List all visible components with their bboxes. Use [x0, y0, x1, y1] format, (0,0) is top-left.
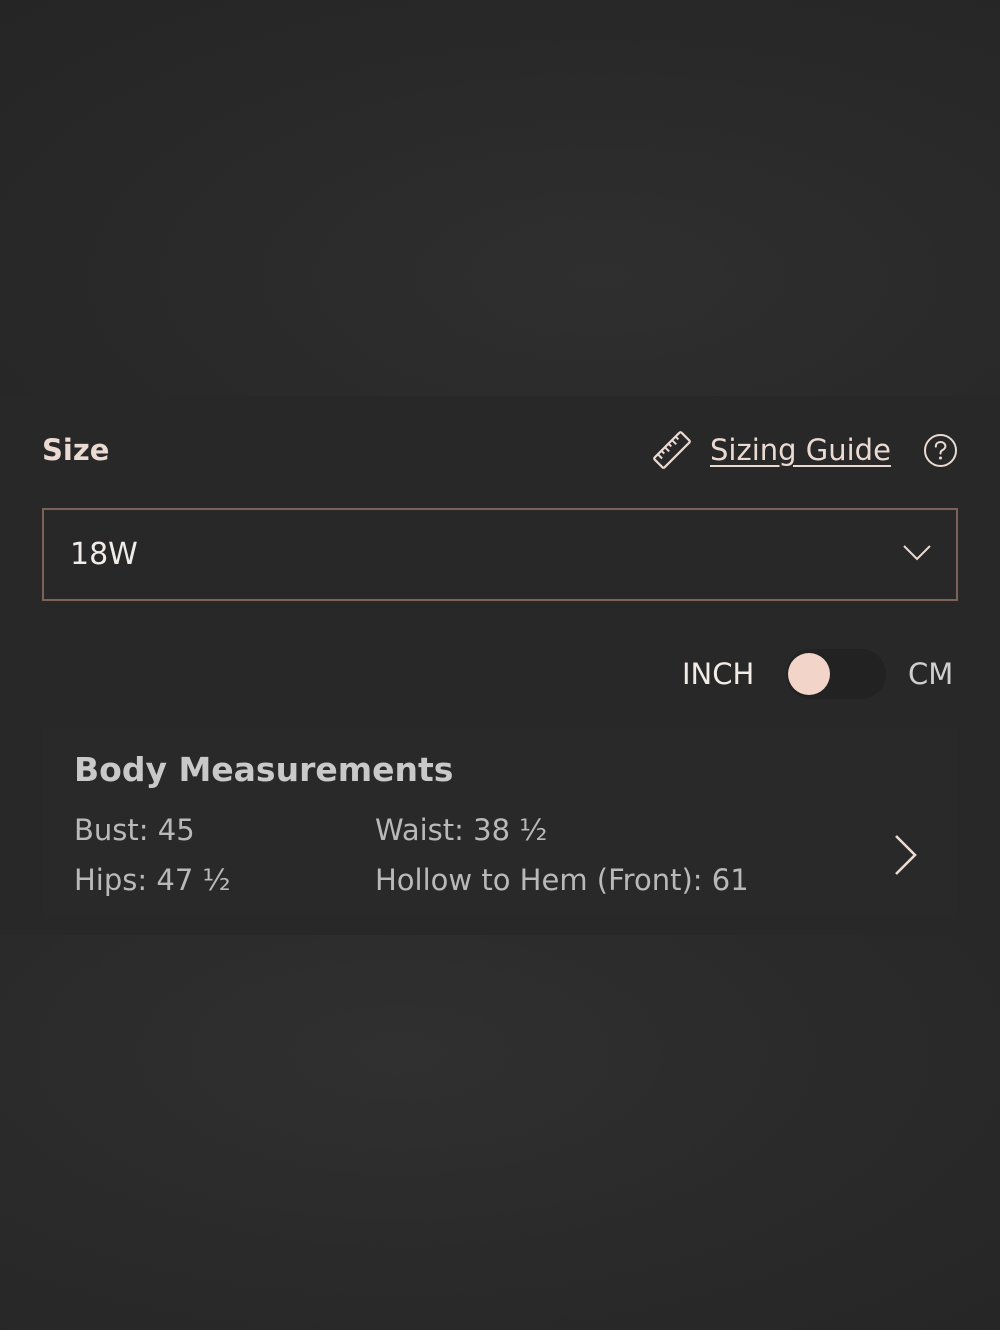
waist-measurement: Waist: 38 ½ [375, 813, 548, 847]
unit-inch-label[interactable]: INCH [682, 656, 754, 692]
ruler-icon [653, 431, 691, 469]
toggle-knob [788, 653, 830, 695]
hollow-to-hem-measurement: Hollow to Hem (Front): 61 [375, 863, 749, 897]
lower-background [0, 935, 1000, 1330]
body-measurements-title: Body Measurements [74, 750, 454, 789]
chevron-down-icon [903, 545, 931, 561]
size-select[interactable]: 18W [42, 508, 958, 601]
sizing-guide-link[interactable]: Sizing Guide [710, 431, 891, 469]
unit-toggle[interactable] [786, 649, 886, 699]
product-image-area [0, 0, 1000, 396]
selected-size-value: 18W [70, 537, 138, 572]
size-label: Size [42, 433, 110, 467]
unit-cm-label[interactable]: CM [908, 656, 953, 692]
hips-measurement: Hips: 47 ½ [74, 863, 231, 897]
body-measurements-card[interactable]: Body Measurements Bust: 45 Waist: 38 ½ H… [42, 728, 958, 918]
help-icon[interactable] [923, 433, 958, 468]
bust-measurement: Bust: 45 [74, 813, 195, 847]
chevron-right-icon [895, 835, 917, 875]
